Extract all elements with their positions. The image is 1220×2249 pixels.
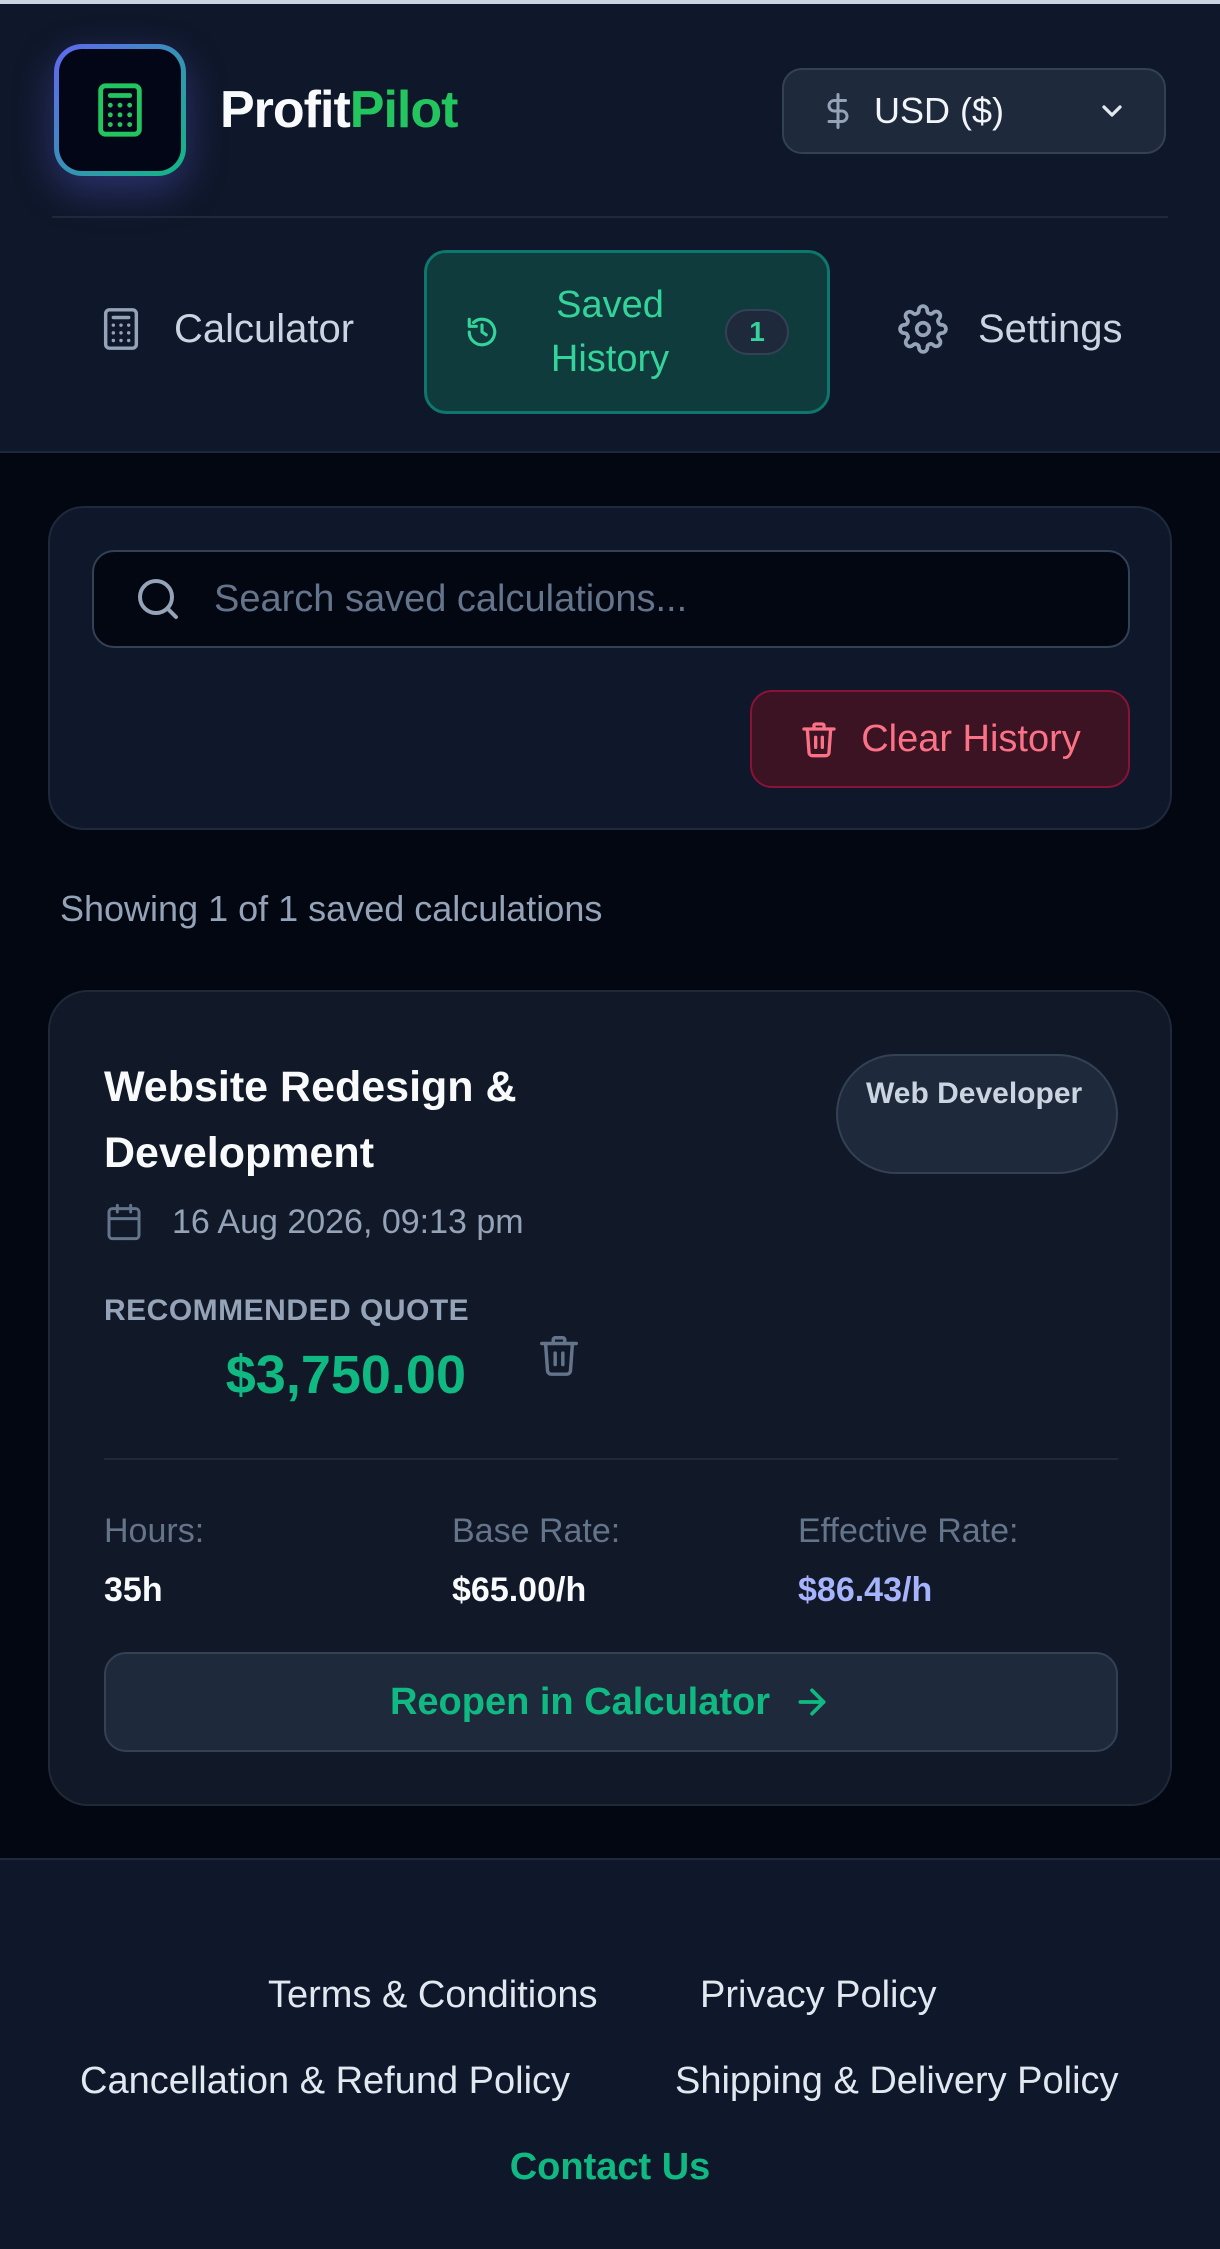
tab-saved-history[interactable]: Saved History 1 [424, 250, 830, 414]
tab-calculator-label: Calculator [174, 306, 355, 351]
effective-rate-label: Effective Rate: [798, 1512, 1019, 1550]
hours-stat: Hours: 35h [104, 1512, 204, 1610]
terms-link[interactable]: Terms & Conditions [268, 1974, 597, 2017]
base-rate-label: Base Rate: [452, 1512, 621, 1550]
brand-part-2: Pilot [349, 81, 459, 139]
date-text: 16 Aug 2026, 09:13 pm [172, 1202, 524, 1241]
currency-value: USD ($) [874, 90, 1005, 131]
role-badge: Web Developer [836, 1054, 1118, 1174]
saved-calculation-card: Website Redesign & Development Web Devel… [48, 990, 1172, 1806]
effective-rate-stat: Effective Rate: $86.43/h [798, 1512, 1019, 1610]
tab-calculator[interactable]: Calculator [98, 304, 354, 354]
reopen-in-calculator-button[interactable]: Reopen in Calculator [104, 1652, 1118, 1752]
privacy-link[interactable]: Privacy Policy [700, 1974, 937, 2017]
tab-settings-label: Settings [978, 306, 1123, 351]
calculator-icon [98, 83, 142, 137]
reopen-label: Reopen in Calculator [389, 1680, 771, 1723]
history-icon [467, 317, 497, 347]
trash-icon [802, 722, 836, 758]
hours-label: Hours: [104, 1512, 205, 1550]
hours-value: 35h [104, 1571, 163, 1609]
quote-value: $3,750.00 [225, 1345, 466, 1405]
quote-label: RECOMMENDED QUOTE [104, 1294, 470, 1327]
delete-calculation-button[interactable] [536, 1328, 582, 1387]
page-footer: Terms & Conditions Privacy Policy Cancel… [0, 1858, 1220, 2249]
tab-saved-history-label: Saved History [550, 284, 670, 380]
results-summary: Showing 1 of 1 saved calculations [60, 888, 603, 929]
brand-part-1: Profit [220, 81, 351, 139]
calculator-icon [103, 308, 139, 350]
calendar-icon [107, 1203, 141, 1241]
effective-rate-value: $86.43/h [798, 1571, 933, 1609]
base-rate-stat: Base Rate: $65.00/h [452, 1512, 620, 1610]
trash-icon [540, 1336, 578, 1376]
app-header: ProfitPilot USD ($) Calculator Saved His… [0, 4, 1220, 453]
currency-select[interactable]: USD ($) [782, 68, 1166, 154]
search-input[interactable] [214, 577, 1088, 621]
base-rate-value: $65.00/h [452, 1571, 587, 1609]
chevron-down-icon [1102, 105, 1122, 117]
history-count-badge: 1 [725, 309, 789, 355]
app-title: ProfitPilot [220, 80, 459, 140]
header-divider [52, 216, 1168, 218]
dollar-icon [827, 93, 849, 129]
clear-history-button[interactable]: Clear History [750, 690, 1130, 788]
search-box [92, 550, 1130, 648]
clear-history-label: Clear History [861, 717, 1081, 760]
arrow-right-icon [798, 1688, 826, 1716]
app-logo[interactable] [54, 44, 186, 176]
contact-us-link[interactable]: Contact Us [0, 2146, 1220, 2189]
calculation-title: Website Redesign & Development [104, 1063, 517, 1177]
refund-policy-link[interactable]: Cancellation & Refund Policy [80, 2060, 570, 2103]
search-panel: Clear History [48, 506, 1172, 830]
search-icon [138, 579, 178, 619]
gear-icon [898, 304, 948, 354]
shipping-policy-link[interactable]: Shipping & Delivery Policy [675, 2060, 1119, 2103]
tab-settings[interactable]: Settings [898, 304, 1123, 354]
card-divider [104, 1458, 1118, 1460]
calculation-date: 16 Aug 2026, 09:13 pm [104, 1202, 524, 1242]
